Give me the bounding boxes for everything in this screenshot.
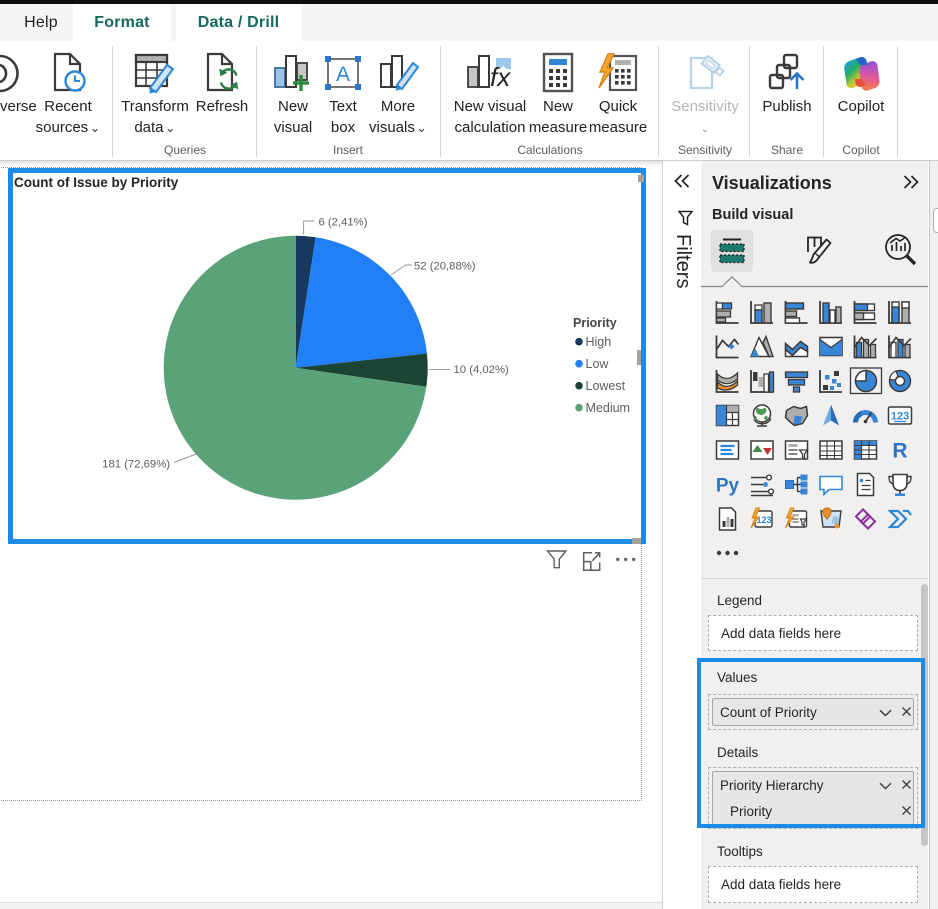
svg-text:181 (72,69%): 181 (72,69%) [102,458,170,470]
svg-text:fx: fx [490,62,511,92]
svg-text:Py: Py [716,476,740,497]
svg-text:6 (2,41%): 6 (2,41%) [319,216,368,228]
svg-text:A: A [336,63,350,86]
svg-text:Priority: Priority [573,316,617,330]
svg-text:Medium: Medium [586,401,630,415]
svg-text:Low: Low [586,357,610,371]
svg-text:123: 123 [891,411,909,423]
svg-text:52 (20,88%): 52 (20,88%) [414,260,476,272]
svg-text:10 (4,02%): 10 (4,02%) [454,364,509,376]
svg-text:High: High [586,335,612,349]
svg-text:R: R [892,440,907,463]
svg-text:Lowest: Lowest [586,379,626,393]
